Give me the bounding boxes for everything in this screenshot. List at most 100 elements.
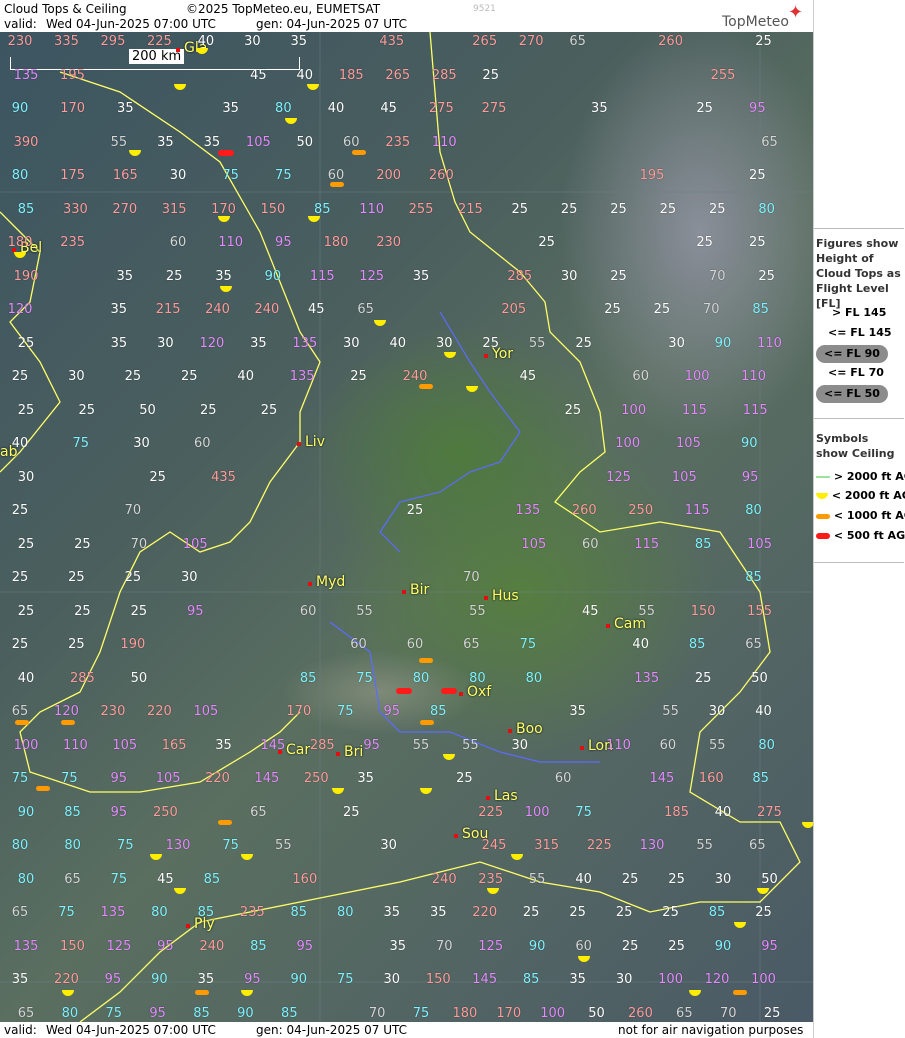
cloud-top-value: 215 xyxy=(457,201,483,217)
cloud-top-value: 240 xyxy=(205,302,230,317)
ceiling-1000-marker xyxy=(420,720,434,725)
cloud-top-value: 285 xyxy=(507,268,533,284)
cloud-top-value: 60 xyxy=(632,369,649,384)
cloud-top-value: 25 xyxy=(560,201,578,217)
cloud-top-value: 190 xyxy=(120,637,146,652)
cloud-top-value: 170 xyxy=(211,201,236,217)
legend-symbol-label: > 2000 ft AGL xyxy=(833,470,905,483)
cloud-top-value: 65 xyxy=(745,637,762,652)
cloud-top-value: 95 xyxy=(157,938,174,954)
city-label: Hus xyxy=(484,588,519,604)
cloud-top-value: 85 xyxy=(193,1005,210,1021)
cloud-top-value: 145 xyxy=(649,771,675,786)
cloud-top-value: 85 xyxy=(694,536,712,552)
ceiling-1000-icon xyxy=(816,513,830,519)
cloud-top-value: 60 xyxy=(575,938,592,954)
cloud-top-value: 75 xyxy=(575,804,592,820)
cloud-top-value: 70 xyxy=(702,302,720,317)
cloud-top-value: 265 xyxy=(385,67,411,83)
cloud-top-value: 105 xyxy=(747,536,772,552)
generated-time: gen: 04-Jun-2025 07 UTC xyxy=(256,17,408,31)
cloud-top-value: 435 xyxy=(379,34,405,49)
cloud-top-value: 55 xyxy=(638,603,655,619)
cloud-top-value: 85 xyxy=(429,704,447,719)
cloud-top-value: 75 xyxy=(412,1005,430,1021)
cloud-top-value: 25 xyxy=(11,637,29,652)
cloud-top-value: 30 xyxy=(615,972,633,987)
cloud-top-value: 95 xyxy=(244,972,261,987)
legend-divider xyxy=(814,562,904,563)
cloud-top-value: 105 xyxy=(112,737,138,753)
cloud-top-value: 135 xyxy=(292,335,318,351)
cloud-top-value: 110 xyxy=(606,737,631,753)
city-label: Liv xyxy=(297,434,325,450)
cloud-top-value: 85 xyxy=(688,637,706,652)
legend-divider xyxy=(814,228,904,229)
cloud-top-value: 60 xyxy=(169,235,187,250)
cloud-top-value: 25 xyxy=(564,402,582,418)
cloud-top-value: 60 xyxy=(343,134,360,150)
cloud-top-value: 315 xyxy=(161,201,187,217)
cloud-top-value: 95 xyxy=(749,101,766,116)
cloud-top-value: 260 xyxy=(428,168,454,183)
cloud-top-value: 80 xyxy=(469,670,486,686)
cloud-top-value: 25 xyxy=(755,905,772,920)
cloud-top-value: 25 xyxy=(456,771,473,786)
cloud-top-value: 255 xyxy=(408,201,434,217)
cloud-top-value: 25 xyxy=(181,369,198,384)
cloud-top-value: 60 xyxy=(406,637,424,652)
cloud-top-value: 35 xyxy=(110,302,128,317)
ceiling-500-marker xyxy=(218,150,234,156)
cloud-top-value: 240 xyxy=(431,871,457,887)
cloud-top-value: 30 xyxy=(560,268,578,284)
cloud-top-value: 120 xyxy=(199,335,225,351)
cloud-top-value: 240 xyxy=(254,302,280,317)
cloud-top-value: 95 xyxy=(187,603,204,619)
cloud-top-value: 25 xyxy=(350,369,367,384)
cloud-top-value: 85 xyxy=(708,905,726,920)
cloud-top-value: 60 xyxy=(659,737,677,753)
cloud-top-value: 25 xyxy=(482,67,499,83)
satellite-map[interactable]: 200 km Gla Bel Yor Liv Myd Bir Hus Cam O… xyxy=(0,32,813,1022)
brand-logo: TopMeteo xyxy=(722,14,789,30)
cloud-top-value: 25 xyxy=(68,637,85,652)
cloud-top-value: 90 xyxy=(290,972,308,987)
cloud-top-value: 35 xyxy=(116,268,134,284)
city-label: Myd xyxy=(307,574,346,590)
cloud-top-value: 25 xyxy=(17,402,35,418)
header-bar: Cloud Tops & Ceiling ©2025 TopMeteo.eu, … xyxy=(0,0,813,32)
cloud-top-value: 185 xyxy=(664,804,689,820)
cloud-top-value: 25 xyxy=(482,335,499,351)
cloud-top-value: 195 xyxy=(60,67,85,83)
cloud-top-value: 70 xyxy=(708,268,726,284)
cloud-top-value: 145 xyxy=(472,972,498,987)
valid-time: Wed 04-Jun-2025 07:00 UTC xyxy=(46,17,216,31)
cloud-top-value: 275 xyxy=(481,101,507,116)
cloud-top-value: 220 xyxy=(146,704,172,719)
cloud-top-value: 30 xyxy=(668,335,685,351)
cloud-top-value: 30 xyxy=(714,871,732,887)
ceiling-500-marker xyxy=(396,688,412,694)
cloud-top-value: 25 xyxy=(696,235,713,250)
cloud-top-value: 80 xyxy=(758,201,775,217)
cloud-top-value: 120 xyxy=(7,302,33,317)
cloud-top-value: 275 xyxy=(757,804,782,820)
cloud-top-value: 25 xyxy=(200,402,217,418)
cloud-top-value: 270 xyxy=(112,201,138,217)
legend-symbol-label: < 500 ft AGL xyxy=(833,529,905,542)
cloud-top-value: 25 xyxy=(763,1005,781,1021)
cloud-top-value: 50 xyxy=(139,402,156,418)
cloud-top-value: 25 xyxy=(708,201,726,217)
footer-bar: valid: Wed 04-Jun-2025 07:00 UTC gen: 04… xyxy=(0,1022,813,1038)
city-label: Bir xyxy=(401,582,430,598)
cloud-top-value: 235 xyxy=(478,871,504,887)
cloud-top-value: 225 xyxy=(586,838,612,853)
cloud-top-value: 40 xyxy=(11,436,29,451)
cloud-top-value: 180 xyxy=(323,235,349,250)
cloud-top-value: 335 xyxy=(54,34,79,49)
cloud-top-value: 25 xyxy=(11,369,29,384)
cloud-top-value: 285 xyxy=(431,67,457,83)
city-label: Car xyxy=(277,742,311,758)
legend-level-item: > FL 145 xyxy=(832,306,887,319)
legend-figures-title: Figures show Height of Cloud Tops as Fli… xyxy=(816,237,901,310)
